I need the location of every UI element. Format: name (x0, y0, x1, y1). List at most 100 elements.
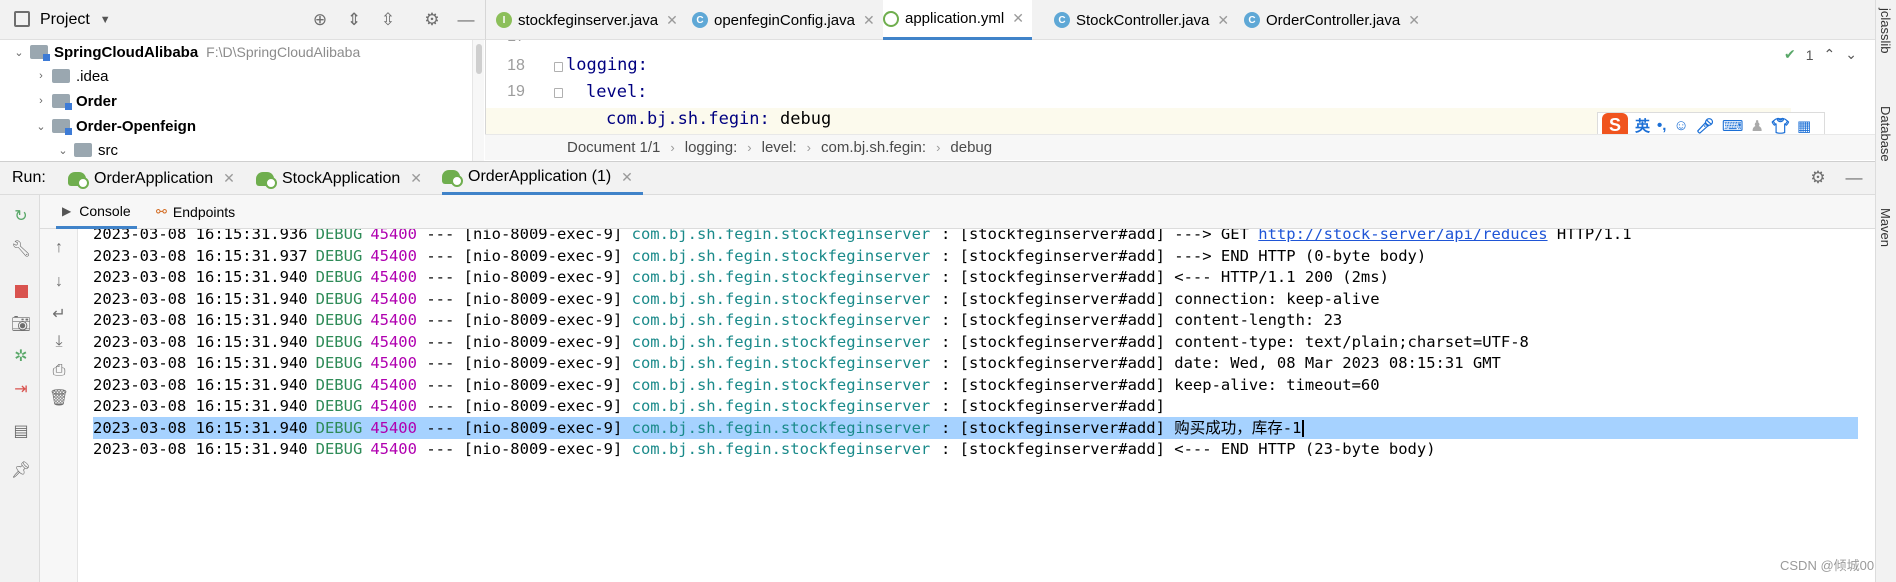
tree-node-root[interactable]: ⌄ SpringCloudAlibaba F:\D\SpringCloudAli… (12, 40, 360, 64)
arrow-down-icon[interactable]: ↓ (48, 271, 70, 293)
stop-icon[interactable] (10, 280, 32, 302)
skin-icon[interactable]: 👕︎ (1771, 117, 1790, 135)
chevron-down-icon[interactable]: ⌄ (34, 120, 48, 133)
wrench-icon[interactable]: 🔧︎ (10, 238, 32, 260)
tree-scrollbar[interactable] (472, 40, 484, 161)
log-logger: com.bj.sh.fegin.stockfeginserver (631, 397, 931, 415)
chevron-down-icon[interactable]: ▼ (100, 14, 111, 26)
editor-tab-openfeginconfig[interactable]: C openfeginConfig.java ✕ (692, 0, 875, 40)
run-tab-stockapplication[interactable]: StockApplication ✕ (256, 162, 422, 195)
log-pid: 45400 (370, 440, 417, 458)
chevron-up-icon[interactable]: ⌃ (1824, 46, 1836, 63)
subtab-console[interactable]: ▶ Console (56, 195, 137, 229)
log-logger: com.bj.sh.fegin.stockfeginserver (631, 289, 931, 308)
scroll-to-end-icon[interactable]: ⤓ (48, 331, 70, 353)
breadcrumb-item[interactable]: debug (950, 139, 992, 156)
project-panel-title[interactable]: Project (40, 11, 90, 29)
code-line: level: (586, 82, 647, 102)
user-icon[interactable]: ♟ (1750, 117, 1763, 135)
tree-node-order[interactable]: › Order (34, 89, 117, 113)
locate-icon[interactable]: ⊕ (310, 10, 330, 30)
interface-icon: I (496, 12, 512, 28)
breadcrumb-item[interactable]: logging: (685, 139, 738, 156)
folder-icon (52, 69, 70, 83)
editor-tab-label: stockfeginserver.java (518, 11, 659, 29)
gear-icon[interactable]: ⚙ (422, 10, 442, 30)
ime-punctuation-toggle[interactable]: •, (1657, 117, 1666, 134)
close-icon[interactable]: ✕ (1408, 12, 1420, 29)
chevron-right-icon[interactable]: › (34, 95, 48, 107)
close-icon[interactable]: ✕ (410, 170, 422, 187)
editor-tab-label: openfeginConfig.java (714, 11, 855, 29)
editor-tab-stockcontroller[interactable]: C StockController.java ✕ (1054, 0, 1229, 40)
class-icon: C (692, 12, 708, 28)
log-thread: --- [nio-8009-exec-9] (416, 375, 632, 394)
console-output[interactable]: 2023-03-08 16:15:31.936 DEBUG 45400 --- [n… (78, 229, 1875, 582)
tree-node-idea[interactable]: › .idea (34, 64, 108, 88)
log-message: 购买成功，库存-1 (1174, 418, 1302, 437)
run-tab-orderapplication-1[interactable]: OrderApplication (1) ✕ (442, 162, 643, 195)
subtab-endpoints[interactable]: ⚯ Endpoints (156, 195, 235, 229)
tree-node-order-openfeign[interactable]: ⌄ Order-Openfeign (34, 114, 196, 138)
layout-icon[interactable]: ▤ (10, 420, 32, 442)
soft-wrap-icon[interactable]: ↵ (48, 303, 70, 325)
fold-marker-icon[interactable] (554, 62, 563, 72)
microphone-icon[interactable]: 🎤︎ (1696, 117, 1715, 135)
line-number: 17 (486, 40, 546, 46)
editor-tab-application-yml[interactable]: application.yml ✕ (883, 0, 1032, 40)
module-folder-icon (52, 94, 72, 110)
tool-window-jclasslib[interactable]: jclasslib (1878, 8, 1893, 54)
gear-icon[interactable]: ⚙ (1808, 168, 1828, 188)
expand-all-icon[interactable]: ⇕ (344, 10, 364, 30)
hide-icon[interactable]: — (1844, 168, 1864, 188)
close-icon[interactable]: ✕ (1217, 12, 1229, 29)
subtab-label: Endpoints (172, 204, 236, 220)
chevron-down-icon[interactable]: ⌄ (56, 144, 70, 157)
arrow-up-icon[interactable]: ↑ (48, 237, 70, 259)
editor-tab-stockfeginserver[interactable]: I stockfeginserver.java ✕ (496, 0, 678, 40)
tool-window-maven[interactable]: Maven (1878, 208, 1893, 247)
emoji-icon[interactable]: ☺ (1673, 117, 1688, 134)
scrollbar-thumb[interactable] (476, 44, 482, 74)
grid-icon[interactable]: ▦ (1797, 117, 1811, 135)
console-line: 2023-03-08 16:15:31.940 DEBUG 45400 --- [n… (93, 266, 1389, 288)
close-icon[interactable]: ✕ (666, 12, 678, 29)
class-icon: C (1054, 12, 1070, 28)
inspection-widget[interactable]: ✔ 1 ⌃ ⌄ (1784, 46, 1857, 63)
close-icon[interactable]: ✕ (863, 12, 875, 29)
trash-icon[interactable]: 🗑︎ (48, 387, 70, 409)
log-thread: --- [nio-8009-exec-9] (416, 440, 632, 458)
run-tab-orderapplication[interactable]: OrderApplication ✕ (68, 162, 235, 195)
editor-tab-ordercontroller[interactable]: C OrderController.java ✕ (1244, 0, 1420, 40)
log-thread: --- [nio-8009-exec-9] (416, 397, 632, 415)
pin-icon[interactable]: 📌︎ (10, 459, 32, 481)
keyboard-icon[interactable]: ⌨ (1722, 117, 1744, 135)
fold-marker-icon[interactable] (554, 88, 563, 98)
chevron-right-icon[interactable]: › (34, 70, 48, 82)
log-level: DEBUG (315, 332, 363, 351)
rerun-icon[interactable]: ↻ (10, 205, 32, 227)
breadcrumb-item[interactable]: level: (762, 139, 797, 156)
log-url[interactable]: http://stock-server/api/reduces (1258, 229, 1547, 243)
breadcrumb-item[interactable]: Document 1/1 (567, 139, 660, 156)
log-level: DEBUG (315, 268, 363, 286)
ime-language-toggle[interactable]: 英 (1635, 115, 1650, 136)
print-icon[interactable]: ⎙ (48, 360, 70, 382)
tree-node-label: src (98, 141, 118, 159)
close-icon[interactable]: ✕ (223, 170, 235, 187)
chevron-down-icon[interactable]: ⌄ (1845, 46, 1857, 63)
log-timestamp: 2023-03-08 16:15:31.937 (93, 246, 308, 265)
exit-icon[interactable]: ⇥ (10, 378, 32, 400)
log-pid: 45400 (370, 418, 417, 437)
close-icon[interactable]: ✕ (621, 169, 633, 186)
collapse-all-icon[interactable]: ⇳ (378, 10, 398, 30)
console-line: 2023-03-08 16:15:31.940 DEBUG 45400 --- [n… (93, 288, 1380, 310)
debug-icon[interactable]: ✲ (10, 345, 32, 367)
hide-icon[interactable]: — (456, 10, 476, 30)
breadcrumb-item[interactable]: com.bj.sh.fegin: (821, 139, 926, 156)
tree-node-src[interactable]: ⌄ src (56, 138, 118, 161)
close-icon[interactable]: ✕ (1012, 10, 1024, 27)
chevron-down-icon[interactable]: ⌄ (12, 46, 26, 59)
tool-window-database[interactable]: Database (1878, 106, 1893, 162)
camera-icon[interactable]: 📷︎ (10, 313, 32, 335)
